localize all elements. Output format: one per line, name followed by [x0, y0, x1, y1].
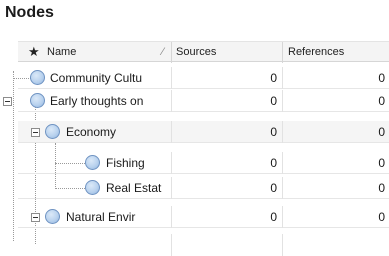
column-sources[interactable]: Sources	[176, 46, 216, 58]
sources-count: 0	[270, 210, 277, 224]
column-header: ★ Name ⁄ Sources References	[18, 41, 389, 63]
collapse-toggle[interactable]	[31, 213, 40, 222]
sources-count: 0	[270, 71, 277, 85]
node-name: Fishing	[106, 156, 145, 170]
node-icon	[30, 70, 45, 85]
node-name: Natural Envir	[66, 210, 136, 224]
node-name: Early thoughts on	[50, 94, 144, 108]
tree-row[interactable]: Community Cultu 0 0	[18, 67, 389, 89]
references-count: 0	[378, 210, 385, 224]
tree-row[interactable]: Early thoughts on 0 0	[18, 90, 389, 112]
sources-count: 0	[270, 181, 277, 195]
tree-row[interactable]: Natural Envir 0 0	[18, 206, 389, 228]
sources-count: 0	[270, 156, 277, 170]
references-count: 0	[378, 71, 385, 85]
collapse-toggle[interactable]	[3, 97, 12, 106]
node-name: Community Cultu	[50, 71, 143, 85]
collapse-toggle[interactable]	[31, 128, 40, 137]
sort-indicator-icon: ⁄	[162, 46, 164, 58]
panel-title: Nodes	[5, 4, 54, 21]
pin-icon[interactable]: ★	[28, 44, 40, 60]
tree-row[interactable]: Real Estat 0 0	[18, 177, 389, 199]
references-count: 0	[378, 156, 385, 170]
references-count: 0	[378, 94, 385, 108]
tree-row[interactable]: Economy 0 0	[18, 121, 389, 143]
node-name: Economy	[66, 125, 117, 139]
node-icon	[85, 155, 100, 170]
node-icon	[45, 209, 60, 224]
node-icon	[30, 93, 45, 108]
tree-row[interactable]: Fishing 0 0	[18, 152, 389, 174]
column-references[interactable]: References	[288, 46, 344, 58]
nodes-panel: Nodes ★ Name ⁄ Sources References Commun…	[0, 0, 389, 256]
references-count: 0	[378, 181, 385, 195]
column-name[interactable]: Name	[47, 46, 76, 58]
references-count: 0	[378, 125, 385, 139]
tree-row-partial[interactable]	[18, 234, 389, 256]
node-icon	[85, 180, 100, 195]
sources-count: 0	[270, 125, 277, 139]
sources-count: 0	[270, 94, 277, 108]
node-icon	[45, 124, 60, 139]
node-name: Real Estat	[106, 181, 162, 195]
